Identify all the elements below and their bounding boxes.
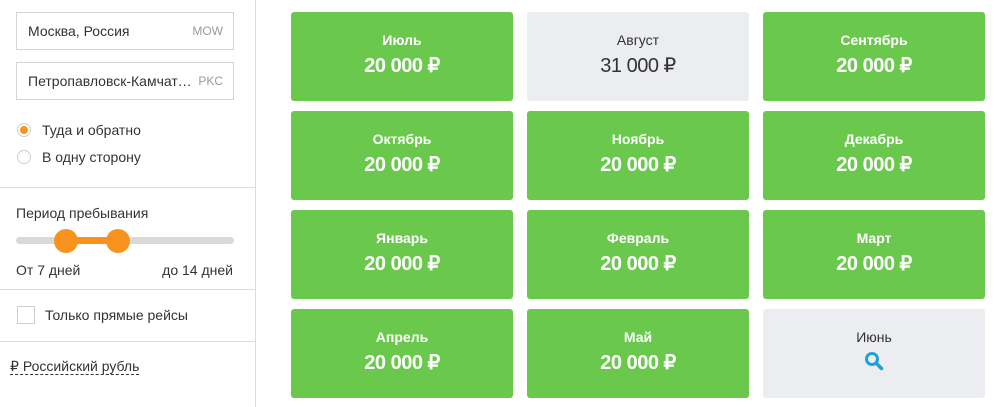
direct-only-checkbox[interactable]: [17, 306, 35, 324]
month-card[interactable]: Октябрь 20 000 ₽: [291, 111, 513, 200]
filter-sidebar: Москва, Россия MOW Петропавловск-Камчатс…: [0, 0, 256, 407]
trip-oneway-option[interactable]: В одну сторону: [17, 149, 141, 165]
destination-code: PKC: [198, 74, 223, 88]
radio-button[interactable]: [17, 150, 31, 164]
radio-button-checked[interactable]: [17, 123, 31, 137]
month-name: Сентябрь: [840, 32, 908, 48]
month-name: Ноябрь: [611, 131, 665, 147]
month-card[interactable]: Май 20 000 ₽: [527, 309, 749, 398]
stay-period-label: Период пребывания: [16, 205, 149, 221]
month-name: Март: [856, 230, 892, 246]
destination-field[interactable]: Петропавловск-Камчатский PKC: [16, 62, 234, 100]
month-name: Февраль: [606, 230, 670, 246]
month-card[interactable]: Сентябрь 20 000 ₽: [763, 12, 985, 101]
month-name: Октябрь: [372, 131, 432, 147]
origin-field[interactable]: Москва, Россия MOW: [16, 12, 234, 50]
stay-range-slider[interactable]: [16, 229, 234, 253]
month-card[interactable]: Июль 20 000 ₽: [291, 12, 513, 101]
month-price: 20 000 ₽: [836, 55, 912, 77]
trip-oneway-label: В одну сторону: [42, 149, 141, 165]
slider-handle-max[interactable]: [106, 229, 131, 253]
month-name: Май: [623, 329, 653, 345]
origin-code: MOW: [192, 24, 223, 38]
month-price: 20 000 ₽: [600, 253, 676, 275]
app-root: Москва, Россия MOW Петропавловск-Камчатс…: [0, 0, 994, 407]
month-card[interactable]: Декабрь 20 000 ₽: [763, 111, 985, 200]
month-price: 20 000 ₽: [364, 352, 440, 374]
stay-from-label: От 7 дней: [16, 262, 81, 278]
month-price: 20 000 ₽: [600, 154, 676, 176]
month-price: 20 000 ₽: [364, 55, 440, 77]
month-price: 20 000 ₽: [836, 253, 912, 275]
month-card[interactable]: Август 31 000 ₽: [527, 12, 749, 101]
month-price: 20 000 ₽: [364, 253, 440, 275]
month-name: Январь: [376, 230, 428, 246]
origin-city: Москва, Россия: [28, 23, 130, 39]
month-name: Апрель: [375, 329, 429, 345]
month-card[interactable]: Февраль 20 000 ₽: [527, 210, 749, 299]
month-name: Декабрь: [844, 131, 904, 147]
month-name: Август: [616, 32, 660, 48]
search-icon[interactable]: [864, 351, 884, 371]
month-card[interactable]: Март 20 000 ₽: [763, 210, 985, 299]
divider: [0, 289, 256, 290]
month-card[interactable]: Ноябрь 20 000 ₽: [527, 111, 749, 200]
month-price: 20 000 ₽: [364, 154, 440, 176]
month-name: Июль: [382, 32, 422, 48]
month-card[interactable]: Апрель 20 000 ₽: [291, 309, 513, 398]
currency-label: Российский рубль: [22, 358, 140, 374]
currency-symbol: ₽: [10, 358, 19, 374]
trip-roundtrip-label: Туда и обратно: [42, 122, 141, 138]
currency-selector[interactable]: ₽ Российский рубль: [10, 358, 140, 375]
stay-to-label: до 14 дней: [162, 262, 233, 278]
direct-only-label: Только прямые рейсы: [45, 307, 188, 323]
divider: [0, 341, 256, 342]
month-price: 20 000 ₽: [600, 352, 676, 374]
direct-only-option[interactable]: Только прямые рейсы: [17, 306, 188, 324]
divider: [0, 187, 256, 188]
destination-city: Петропавловск-Камчатский: [28, 73, 193, 89]
trip-roundtrip-option[interactable]: Туда и обратно: [17, 122, 141, 138]
month-card[interactable]: Июнь: [763, 309, 985, 398]
month-name: Июнь: [856, 329, 892, 345]
month-price: 20 000 ₽: [836, 154, 912, 176]
month-price: 31 000 ₽: [600, 55, 676, 77]
month-card[interactable]: Январь 20 000 ₽: [291, 210, 513, 299]
slider-handle-min[interactable]: [54, 229, 79, 253]
